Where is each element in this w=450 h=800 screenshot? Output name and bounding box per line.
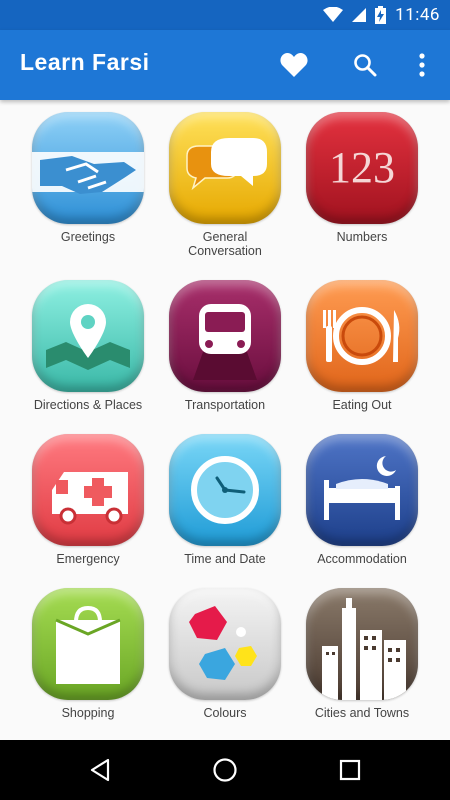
home-button[interactable] [210, 755, 240, 785]
category-accommodation[interactable]: Accommodation [287, 422, 437, 566]
search-icon [354, 54, 377, 77]
map-pin-icon [32, 280, 144, 392]
category-shopping[interactable]: Shopping [13, 576, 163, 720]
app-title: Learn Farsi [20, 49, 150, 75]
shopping-bag-icon [32, 588, 144, 700]
signal-icon [352, 8, 366, 22]
train-icon [169, 280, 281, 392]
category-grid: Greetings General Conversation 123 Numbe… [0, 100, 450, 740]
wifi-icon [323, 7, 343, 22]
more-vert-icon [419, 53, 425, 77]
home-icon [213, 758, 237, 782]
search-button[interactable] [350, 50, 380, 80]
more-options-button[interactable] [407, 50, 437, 80]
category-numbers[interactable]: 123 Numbers [287, 100, 437, 244]
numbers-text: 123 [329, 143, 395, 192]
category-label: Transportation [184, 398, 266, 412]
category-label: Greetings [60, 230, 116, 244]
category-emergency[interactable]: Emergency [13, 422, 163, 566]
favorites-button[interactable] [279, 50, 309, 80]
speech-bubbles-icon [169, 112, 281, 224]
city-skyline-icon [306, 588, 418, 700]
color-hexagons-icon [169, 588, 281, 700]
category-label: Numbers [336, 230, 388, 244]
clock-icon [169, 434, 281, 546]
back-icon [90, 758, 110, 782]
app-bar: Learn Farsi [0, 30, 450, 100]
category-label: Time and Date [184, 552, 266, 566]
recents-icon [339, 759, 361, 781]
back-button[interactable] [85, 755, 115, 785]
category-label: Colours [203, 706, 247, 720]
category-general-conversation[interactable]: General Conversation [150, 100, 300, 258]
heart-icon [280, 53, 308, 77]
numbers-123-icon: 123 [306, 112, 418, 224]
status-bar: 11:46 [0, 0, 450, 30]
handshake-icon [32, 112, 144, 224]
system-nav-bar [0, 740, 450, 800]
battery-charging-icon [375, 6, 386, 24]
ambulance-icon [32, 434, 144, 546]
category-greetings[interactable]: Greetings [13, 100, 163, 244]
category-label: Directions & Places [33, 398, 143, 412]
category-eating-out[interactable]: Eating Out [287, 268, 437, 412]
category-colours[interactable]: Colours [150, 576, 300, 720]
category-label: General Conversation [188, 230, 262, 258]
category-directions-places[interactable]: Directions & Places [13, 268, 163, 412]
status-icons [323, 6, 386, 24]
category-label: Emergency [56, 552, 120, 566]
category-cities-and-towns[interactable]: Cities and Towns [287, 576, 437, 720]
category-transportation[interactable]: Transportation [150, 268, 300, 412]
category-label: Eating Out [332, 398, 392, 412]
category-time-and-date[interactable]: Time and Date [150, 422, 300, 566]
bed-moon-icon [306, 434, 418, 546]
category-label: Shopping [61, 706, 115, 720]
status-time: 11:46 [395, 5, 440, 25]
plate-cutlery-icon [306, 280, 418, 392]
category-label: Accommodation [317, 552, 407, 566]
recents-button[interactable] [335, 755, 365, 785]
category-label: Cities and Towns [314, 706, 410, 720]
